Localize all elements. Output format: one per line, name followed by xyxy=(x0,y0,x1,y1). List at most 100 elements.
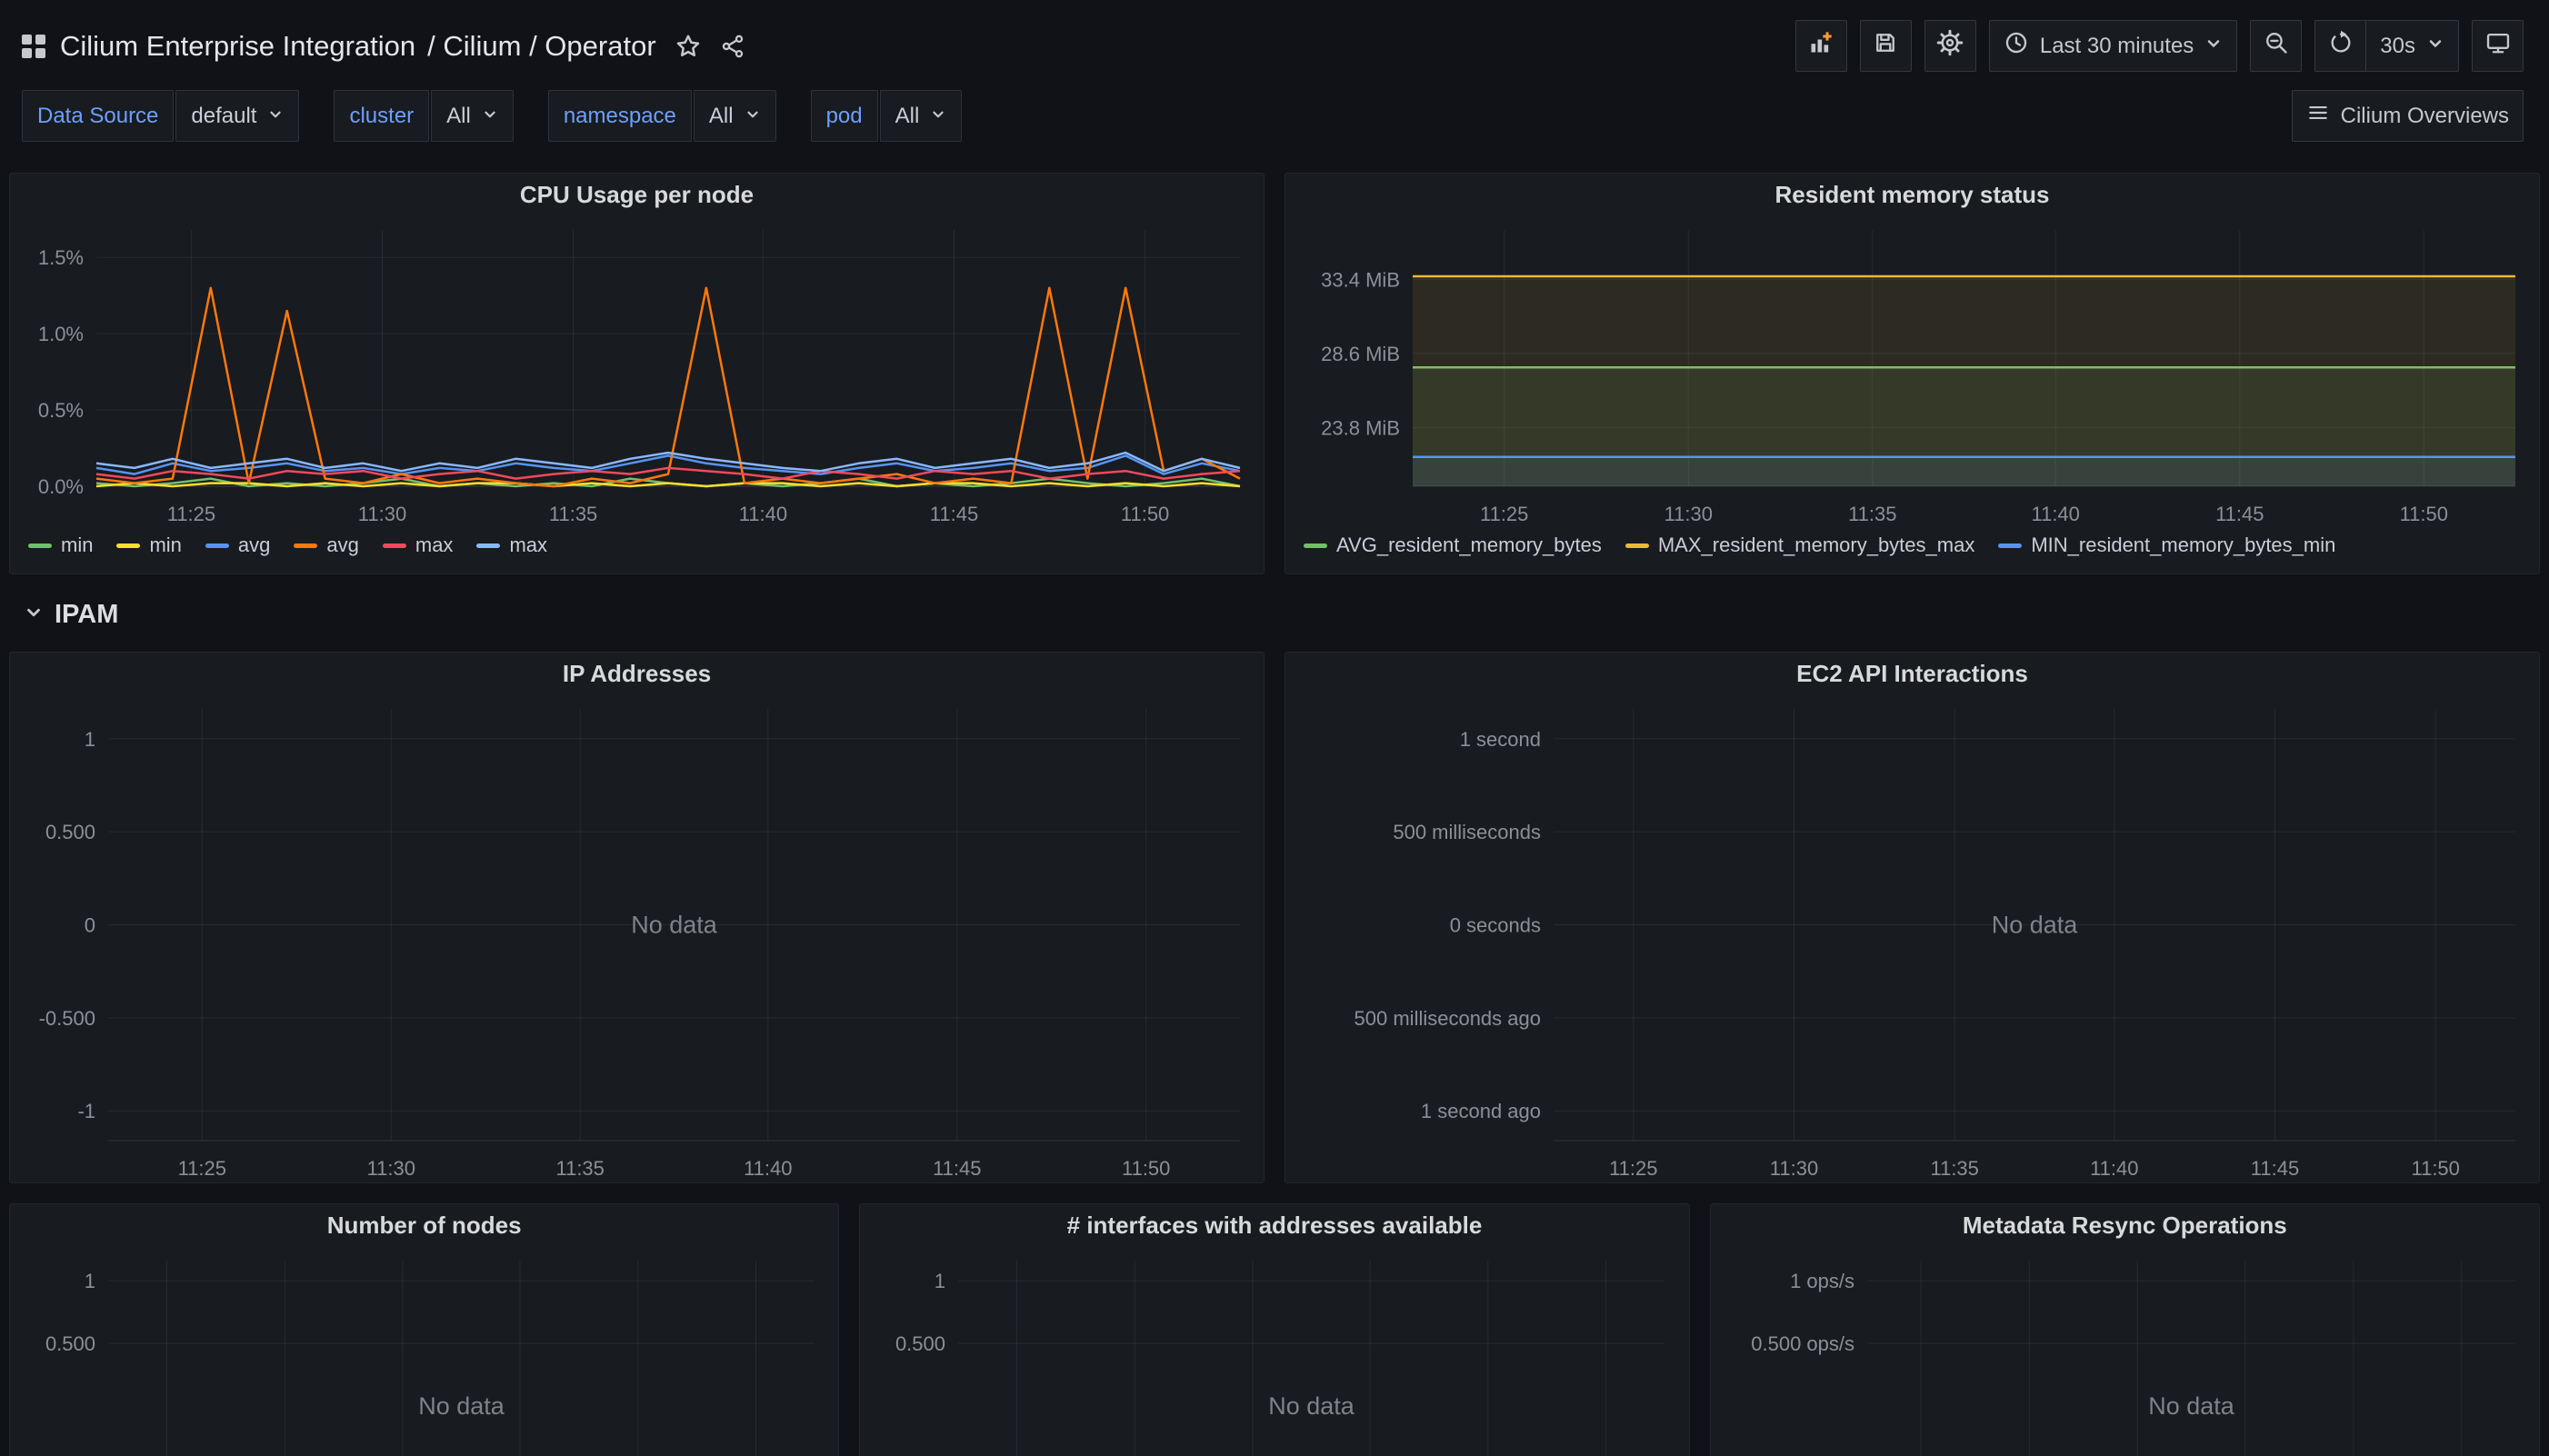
legend-item-min[interactable]: min xyxy=(28,534,93,557)
series-color-swatch xyxy=(1304,544,1327,548)
grafana-dashboard-page: Cilium Enterprise Integration / Cilium /… xyxy=(0,0,2549,1456)
variable-value-text: default xyxy=(191,104,256,129)
number-of-nodes-chart[interactable]: 1 0.500 No data xyxy=(10,1246,838,1456)
series-name-label: MIN_resident_memory_bytes_min xyxy=(2031,534,2335,557)
nav-left: Cilium Enterprise Integration / Cilium /… xyxy=(22,30,745,63)
svg-text:1 ops/s: 1 ops/s xyxy=(1790,1270,1854,1292)
share-icon[interactable] xyxy=(720,34,745,59)
apps-menu-icon[interactable] xyxy=(22,35,45,58)
dashboard-title-text: Cilium Enterprise Integration xyxy=(60,30,415,63)
variables-bar: Data Source default cluster All namespac… xyxy=(0,83,2549,160)
svg-text:No data: No data xyxy=(418,1392,505,1420)
panel-resident-memory-status: Resident memory status 23.8 MiB28.6 MiB3… xyxy=(1284,173,2540,574)
add-panel-button[interactable] xyxy=(1795,20,1847,72)
variable-datasource: Data Source default xyxy=(22,90,299,142)
panel-title-metadata-resync[interactable]: Metadata Resync Operations xyxy=(1711,1204,2539,1246)
legend-item-avg[interactable]: avg xyxy=(205,534,270,557)
panel-title-number-of-nodes[interactable]: Number of nodes xyxy=(10,1204,838,1246)
legend-item-max[interactable]: max xyxy=(476,534,547,557)
svg-text:23.8 MiB: 23.8 MiB xyxy=(1321,416,1400,439)
cilium-overviews-button[interactable]: Cilium Overviews xyxy=(2292,90,2524,142)
save-dashboard-button[interactable] xyxy=(1860,20,1912,72)
series-name-label: min xyxy=(149,534,181,557)
cilium-overviews-label: Cilium Overviews xyxy=(2341,104,2509,129)
svg-text:0.500 ops/s: 0.500 ops/s xyxy=(1751,1332,1854,1355)
svg-text:11:40: 11:40 xyxy=(2090,1157,2138,1180)
variable-value-pod[interactable]: All xyxy=(880,90,963,142)
variable-value-text: All xyxy=(446,104,471,129)
panel-title-ec2-api[interactable]: EC2 API Interactions xyxy=(1285,653,2539,694)
panel-number-of-nodes: Number of nodes 1 0.500 No data xyxy=(9,1203,839,1456)
svg-text:11:30: 11:30 xyxy=(358,503,406,525)
panel-interfaces-available: # interfaces with addresses available 10… xyxy=(859,1203,1689,1456)
add-panel-icon xyxy=(1808,30,1834,62)
legend-item-avg[interactable]: avg xyxy=(294,534,358,557)
svg-text:11:50: 11:50 xyxy=(2400,503,2448,525)
favorite-star-icon[interactable] xyxy=(675,33,702,60)
chevron-down-icon xyxy=(482,104,498,129)
variable-value-datasource[interactable]: default xyxy=(175,90,299,142)
svg-text:1.0%: 1.0% xyxy=(38,323,84,345)
panel-title-interfaces[interactable]: # interfaces with addresses available xyxy=(860,1204,1688,1246)
monitor-icon xyxy=(2485,30,2511,62)
svg-text:11:50: 11:50 xyxy=(1122,1157,1170,1180)
variable-label-pod: pod xyxy=(811,90,878,142)
svg-text:11:35: 11:35 xyxy=(1848,503,1896,525)
svg-text:No data: No data xyxy=(1992,912,2079,939)
svg-text:0.500: 0.500 xyxy=(45,1332,95,1355)
ec2-api-chart[interactable]: 1 second500 milliseconds0 seconds500 mil… xyxy=(1285,694,2539,1182)
metadata-resync-chart[interactable]: 1 ops/s 0.500 ops/s No data xyxy=(1711,1246,2539,1456)
series-color-swatch xyxy=(383,544,406,548)
svg-text:-0.500: -0.500 xyxy=(39,1007,95,1030)
series-color-swatch xyxy=(205,544,229,548)
series-name-label: max xyxy=(415,534,454,557)
series-color-swatch xyxy=(1998,544,2022,548)
kiosk-mode-button[interactable] xyxy=(2472,20,2524,72)
refresh-interval-picker[interactable]: 30s xyxy=(2366,20,2459,72)
refresh-interval-label: 30s xyxy=(2380,34,2415,59)
variable-value-cluster[interactable]: All xyxy=(431,90,514,142)
refresh-button[interactable] xyxy=(2314,20,2366,72)
svg-text:11:25: 11:25 xyxy=(1480,503,1528,525)
legend-item-max[interactable]: max xyxy=(383,534,454,557)
svg-text:28.6 MiB: 28.6 MiB xyxy=(1321,343,1400,365)
zoom-out-button[interactable] xyxy=(2250,20,2302,72)
svg-text:11:35: 11:35 xyxy=(555,1157,604,1180)
svg-text:11:45: 11:45 xyxy=(2251,1157,2299,1180)
panel-title-resident-memory[interactable]: Resident memory status xyxy=(1285,174,2539,215)
variable-value-text: All xyxy=(895,104,920,129)
svg-text:11:45: 11:45 xyxy=(930,503,978,525)
chevron-down-icon xyxy=(24,600,44,630)
dashboard-panels: CPU Usage per node 0.0%0.5%1.0%1.5%11:25… xyxy=(0,160,2549,1456)
variable-label-datasource: Data Source xyxy=(22,90,174,142)
panel-title-cpu-usage[interactable]: CPU Usage per node xyxy=(10,174,1264,215)
svg-text:0.5%: 0.5% xyxy=(38,399,84,422)
variable-value-text: All xyxy=(709,104,734,129)
resident-memory-chart[interactable]: 23.8 MiB28.6 MiB33.4 MiB11:2511:3011:351… xyxy=(1285,215,2539,528)
variable-pod: pod All xyxy=(811,90,963,142)
svg-text:-1: -1 xyxy=(77,1100,95,1122)
dashboard-settings-button[interactable] xyxy=(1924,20,1976,72)
interfaces-chart[interactable]: 10.500No data xyxy=(860,1246,1688,1456)
series-name-label: AVG_resident_memory_bytes xyxy=(1336,534,1602,557)
legend-item-MIN_resident_memory_bytes_min[interactable]: MIN_resident_memory_bytes_min xyxy=(1998,534,2335,557)
svg-text:500 milliseconds ago: 500 milliseconds ago xyxy=(1354,1007,1541,1030)
legend-item-MAX_resident_memory_bytes_max[interactable]: MAX_resident_memory_bytes_max xyxy=(1625,534,1974,557)
cpu-usage-chart[interactable]: 0.0%0.5%1.0%1.5%11:2511:3011:3511:4011:4… xyxy=(10,215,1264,528)
cpu-usage-legend: min min avg avg maxmax xyxy=(10,528,1264,573)
svg-text:1: 1 xyxy=(85,1270,95,1292)
panel-cpu-usage-per-node: CPU Usage per node 0.0%0.5%1.0%1.5%11:25… xyxy=(9,173,1265,574)
section-ipam[interactable]: IPAM xyxy=(9,574,2540,652)
ip-addresses-chart[interactable]: 10.5000-0.500-111:2511:3011:3511:4011:45… xyxy=(10,694,1264,1182)
chevron-down-icon xyxy=(267,104,284,129)
nav-right: Last 30 minutes 30s xyxy=(1795,20,2524,72)
legend-item-min[interactable]: min xyxy=(116,534,181,557)
dashboard-title: Cilium Enterprise Integration / Cilium /… xyxy=(60,30,656,63)
panel-title-ip-addresses[interactable]: IP Addresses xyxy=(10,653,1264,694)
variable-value-namespace[interactable]: All xyxy=(694,90,776,142)
legend-item-AVG_resident_memory_bytes[interactable]: AVG_resident_memory_bytes xyxy=(1304,534,1602,557)
svg-text:0.500: 0.500 xyxy=(45,821,95,843)
svg-text:No data: No data xyxy=(2148,1392,2235,1420)
svg-text:11:40: 11:40 xyxy=(744,1157,792,1180)
time-range-picker[interactable]: Last 30 minutes xyxy=(1989,20,2237,72)
